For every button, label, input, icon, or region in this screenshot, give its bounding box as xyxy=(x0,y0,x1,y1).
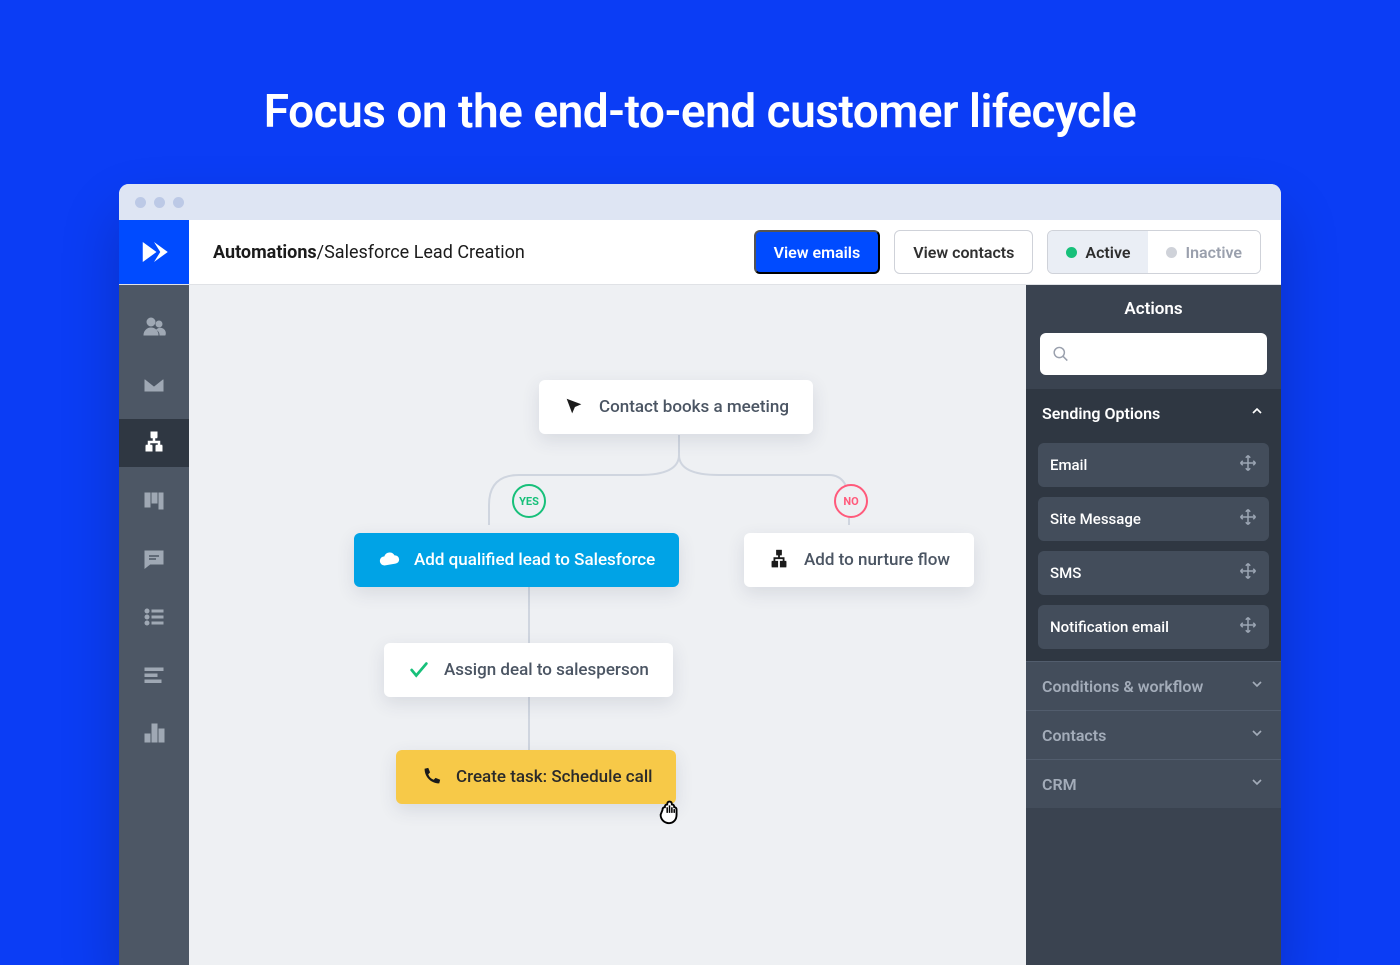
cursor-icon xyxy=(563,396,585,418)
status-active-label: Active xyxy=(1085,243,1130,262)
chevron-up-icon xyxy=(1249,403,1265,423)
window-dot xyxy=(173,197,184,208)
connector-line xyxy=(519,585,539,645)
section-crm-label: CRM xyxy=(1042,775,1077,794)
section-contacts-label: Contacts xyxy=(1042,726,1106,745)
list-icon xyxy=(142,605,166,629)
action-label: Site Message xyxy=(1050,510,1141,528)
status-active-button[interactable]: Active xyxy=(1048,231,1148,273)
nav-campaigns[interactable] xyxy=(119,361,189,409)
chevron-logo-icon xyxy=(139,237,169,267)
automation-icon xyxy=(142,431,166,455)
breadcrumb: Automations / Salesforce Lead Creation xyxy=(189,220,549,284)
bar-chart-icon xyxy=(142,721,166,745)
text-align-icon xyxy=(142,663,166,687)
section-contacts[interactable]: Contacts xyxy=(1026,710,1281,759)
task-node[interactable]: Create task: Schedule call xyxy=(396,750,676,804)
actions-panel-title: Actions xyxy=(1026,285,1281,333)
grab-cursor-icon xyxy=(655,795,685,825)
action-sms[interactable]: SMS xyxy=(1038,551,1269,595)
breadcrumb-root[interactable]: Automations xyxy=(213,242,317,263)
nav-reports[interactable] xyxy=(119,709,189,757)
status-inactive-label: Inactive xyxy=(1185,243,1242,262)
nurture-node[interactable]: Add to nurture flow xyxy=(744,533,974,587)
move-icon xyxy=(1239,454,1257,476)
top-bar: Automations / Salesforce Lead Creation V… xyxy=(119,220,1281,285)
side-nav xyxy=(119,285,189,965)
check-icon xyxy=(408,659,430,681)
chevron-down-icon xyxy=(1249,774,1265,794)
actions-search-input[interactable] xyxy=(1077,345,1255,363)
view-contacts-button[interactable]: View contacts xyxy=(894,230,1033,274)
action-site-message[interactable]: Site Message xyxy=(1038,497,1269,541)
nav-lists[interactable] xyxy=(119,593,189,641)
salesforce-node[interactable]: Add qualified lead to Salesforce xyxy=(354,533,679,587)
window-dot xyxy=(154,197,165,208)
app-logo[interactable] xyxy=(119,220,189,284)
app-window: Automations / Salesforce Lead Creation V… xyxy=(119,184,1281,965)
top-actions: View emails View contacts Active Inactiv… xyxy=(754,220,1281,284)
move-icon xyxy=(1239,616,1257,638)
section-sending-options[interactable]: Sending Options xyxy=(1026,389,1281,437)
action-label: SMS xyxy=(1050,564,1081,582)
status-dot-active-icon xyxy=(1066,247,1077,258)
window-titlebar xyxy=(119,184,1281,220)
kanban-icon xyxy=(142,489,166,513)
actions-panel: Actions Sending Options Email Site Messa… xyxy=(1026,285,1281,965)
trigger-node[interactable]: Contact books a meeting xyxy=(539,380,813,434)
nav-contacts[interactable] xyxy=(119,303,189,351)
section-sending-label: Sending Options xyxy=(1042,404,1160,423)
section-crm[interactable]: CRM xyxy=(1026,759,1281,808)
people-icon xyxy=(142,315,166,339)
nav-conversations[interactable] xyxy=(119,535,189,583)
breadcrumb-page: Salesforce Lead Creation xyxy=(324,242,525,263)
phone-icon xyxy=(420,766,442,788)
sending-options-list: Email Site Message SMS Notification emai… xyxy=(1026,437,1281,661)
assign-node[interactable]: Assign deal to salesperson xyxy=(384,643,673,697)
action-label: Email xyxy=(1050,456,1087,474)
section-conditions[interactable]: Conditions & workflow xyxy=(1026,661,1281,710)
actions-search[interactable] xyxy=(1040,333,1267,375)
branch-yes-badge: YES xyxy=(512,484,546,518)
automation-canvas[interactable]: Contact books a meeting YES NO Add quali… xyxy=(189,285,1026,965)
cloud-icon xyxy=(378,549,400,571)
branch-no-badge: NO xyxy=(834,484,868,518)
breadcrumb-sep: / xyxy=(317,242,324,263)
message-icon xyxy=(142,547,166,571)
action-notification-email[interactable]: Notification email xyxy=(1038,605,1269,649)
search-icon xyxy=(1052,344,1069,364)
nav-forms[interactable] xyxy=(119,651,189,699)
assign-label: Assign deal to salesperson xyxy=(444,660,649,680)
trigger-label: Contact books a meeting xyxy=(599,397,789,417)
window-dot xyxy=(135,197,146,208)
nav-deals[interactable] xyxy=(119,477,189,525)
move-icon xyxy=(1239,562,1257,584)
nav-automations[interactable] xyxy=(119,419,189,467)
action-email[interactable]: Email xyxy=(1038,443,1269,487)
action-label: Notification email xyxy=(1050,618,1169,636)
status-toggle: Active Inactive xyxy=(1047,230,1261,274)
chevron-down-icon xyxy=(1249,725,1265,745)
move-icon xyxy=(1239,508,1257,530)
automation-node-icon xyxy=(768,549,790,571)
status-dot-inactive-icon xyxy=(1166,247,1177,258)
section-conditions-label: Conditions & workflow xyxy=(1042,677,1203,696)
view-emails-button[interactable]: View emails xyxy=(754,230,881,274)
hero-heading: Focus on the end-to-end customer lifecyc… xyxy=(0,0,1400,184)
status-inactive-button[interactable]: Inactive xyxy=(1148,231,1260,273)
salesforce-label: Add qualified lead to Salesforce xyxy=(414,550,655,570)
task-label: Create task: Schedule call xyxy=(456,767,652,787)
chevron-down-icon xyxy=(1249,676,1265,696)
envelope-icon xyxy=(142,373,166,397)
nurture-label: Add to nurture flow xyxy=(804,550,950,570)
connector-line xyxy=(519,695,539,750)
